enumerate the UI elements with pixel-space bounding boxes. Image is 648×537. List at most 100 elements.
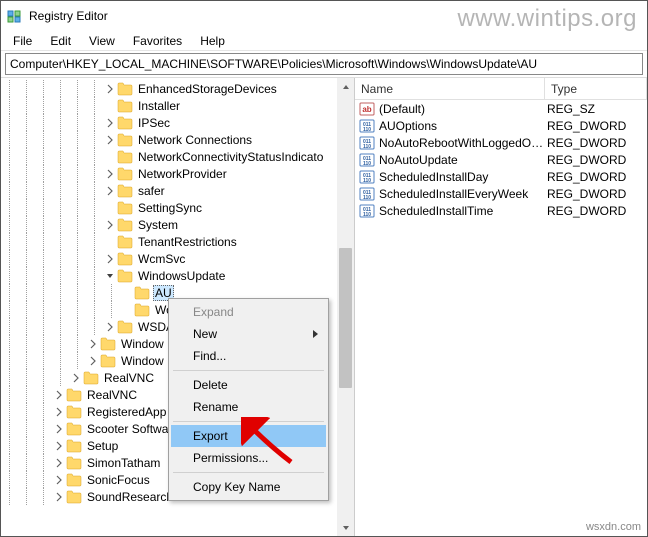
tree-item[interactable]: Installer <box>1 97 354 114</box>
expand-icon[interactable] <box>103 318 117 335</box>
collapse-icon[interactable] <box>103 267 117 284</box>
value-name: (Default) <box>379 102 547 116</box>
column-header-name[interactable]: Name <box>355 78 545 99</box>
value-row[interactable]: (Default)REG_SZ <box>355 100 647 117</box>
folder-icon <box>117 201 133 215</box>
value-type: REG_DWORD <box>547 204 626 218</box>
tree-scrollbar[interactable] <box>337 78 354 536</box>
scroll-up-button[interactable] <box>337 78 354 95</box>
scroll-down-button[interactable] <box>337 519 354 536</box>
folder-icon <box>66 405 82 419</box>
column-header-type[interactable]: Type <box>545 78 647 99</box>
folder-icon <box>117 235 133 249</box>
expand-icon[interactable] <box>52 471 66 488</box>
folder-icon <box>66 439 82 453</box>
tree-item[interactable]: NetworkConnectivityStatusIndicato <box>1 148 354 165</box>
expand-icon[interactable] <box>103 114 117 131</box>
menu-file[interactable]: File <box>5 32 40 50</box>
tree-item-label: WindowsUpdate <box>136 269 227 283</box>
context-menu-copy-key-name[interactable]: Copy Key Name <box>171 476 326 498</box>
tree-item-label: Setup <box>85 439 120 453</box>
tree-item[interactable]: WindowsUpdate <box>1 267 354 284</box>
menu-view[interactable]: View <box>81 32 123 50</box>
value-name: ScheduledInstallTime <box>379 204 547 218</box>
value-name: ScheduledInstallDay <box>379 170 547 184</box>
tree-item[interactable]: WcmSvc <box>1 250 354 267</box>
folder-icon <box>134 286 150 300</box>
tree-item-label: SoundResearch <box>85 490 175 504</box>
context-menu-new[interactable]: New <box>171 323 326 345</box>
folder-icon <box>117 133 133 147</box>
context-menu-find[interactable]: Find... <box>171 345 326 367</box>
folder-icon <box>117 269 133 283</box>
tree-item-label: EnhancedStorageDevices <box>136 82 279 96</box>
scroll-thumb[interactable] <box>339 248 352 388</box>
expand-icon[interactable] <box>52 437 66 454</box>
list-pane: Name Type (Default)REG_SZAUOptionsREG_DW… <box>355 78 647 536</box>
dword-value-icon <box>359 186 375 202</box>
folder-icon <box>66 490 82 504</box>
expand-icon[interactable] <box>103 131 117 148</box>
regedit-icon <box>7 8 23 24</box>
value-row[interactable]: ScheduledInstallDayREG_DWORD <box>355 168 647 185</box>
address-bar[interactable]: Computer\HKEY_LOCAL_MACHINE\SOFTWARE\Pol… <box>5 53 643 75</box>
context-menu-delete[interactable]: Delete <box>171 374 326 396</box>
expander-blank <box>103 97 117 114</box>
context-menu-export[interactable]: Export <box>171 425 326 447</box>
expand-icon[interactable] <box>52 403 66 420</box>
tree-item[interactable]: TenantRestrictions <box>1 233 354 250</box>
expand-icon[interactable] <box>69 369 83 386</box>
tree-item-label: Installer <box>136 99 182 113</box>
expand-icon[interactable] <box>52 420 66 437</box>
tree-item[interactable]: SettingSync <box>1 199 354 216</box>
menu-separator <box>173 421 324 422</box>
tree-item[interactable]: System <box>1 216 354 233</box>
expand-icon[interactable] <box>103 182 117 199</box>
tree-item-label: SimonTatham <box>85 456 162 470</box>
menu-favorites[interactable]: Favorites <box>125 32 190 50</box>
tree-item[interactable]: safer <box>1 182 354 199</box>
folder-icon <box>117 184 133 198</box>
context-menu-rename[interactable]: Rename <box>171 396 326 418</box>
expander-blank <box>120 301 134 318</box>
folder-icon <box>66 473 82 487</box>
expand-icon[interactable] <box>103 250 117 267</box>
expand-icon[interactable] <box>86 352 100 369</box>
tree-item-label: NetworkProvider <box>136 167 229 181</box>
expand-icon[interactable] <box>52 386 66 403</box>
dword-value-icon <box>359 169 375 185</box>
folder-icon <box>66 388 82 402</box>
expand-icon[interactable] <box>103 80 117 97</box>
expand-icon[interactable] <box>52 454 66 471</box>
value-type: REG_DWORD <box>547 187 626 201</box>
menu-separator <box>173 370 324 371</box>
context-menu: ExpandNewFind...DeleteRenameExportPermis… <box>168 298 329 501</box>
expand-icon[interactable] <box>86 335 100 352</box>
source-watermark: wsxdn.com <box>586 521 641 533</box>
folder-icon <box>117 252 133 266</box>
value-row[interactable]: ScheduledInstallTimeREG_DWORD <box>355 202 647 219</box>
list-header: Name Type <box>355 78 647 100</box>
tree-item[interactable]: IPSec <box>1 114 354 131</box>
value-row[interactable]: NoAutoRebootWithLoggedOnU...REG_DWORD <box>355 134 647 151</box>
tree-item[interactable]: NetworkProvider <box>1 165 354 182</box>
dword-value-icon <box>359 135 375 151</box>
tree-item[interactable]: Network Connections <box>1 131 354 148</box>
tree-item-label: Window <box>119 354 166 368</box>
folder-icon <box>117 218 133 232</box>
folder-icon <box>117 82 133 96</box>
value-row[interactable]: NoAutoUpdateREG_DWORD <box>355 151 647 168</box>
value-row[interactable]: AUOptionsREG_DWORD <box>355 117 647 134</box>
context-menu-permissions[interactable]: Permissions... <box>171 447 326 469</box>
expand-icon[interactable] <box>103 165 117 182</box>
tree-item[interactable]: EnhancedStorageDevices <box>1 80 354 97</box>
expand-icon[interactable] <box>52 488 66 505</box>
tree-item-label: Network Connections <box>136 133 254 147</box>
value-name: NoAutoRebootWithLoggedOnU... <box>379 136 547 150</box>
expand-icon[interactable] <box>103 216 117 233</box>
menu-help[interactable]: Help <box>192 32 233 50</box>
dword-value-icon <box>359 118 375 134</box>
tree-item-label: RealVNC <box>85 388 139 402</box>
menu-edit[interactable]: Edit <box>42 32 79 50</box>
value-row[interactable]: ScheduledInstallEveryWeekREG_DWORD <box>355 185 647 202</box>
